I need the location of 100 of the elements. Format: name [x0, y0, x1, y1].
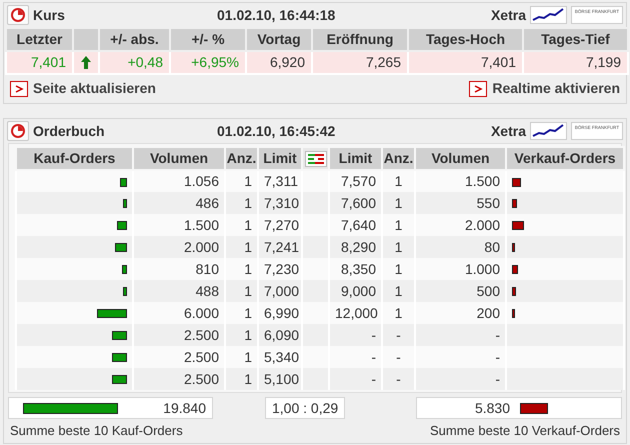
column-header: Limit [258, 147, 302, 170]
sell-limit: 12,000 [329, 302, 382, 324]
timestamp: 01.02.10, 16:45:42 [217, 122, 336, 140]
buy-volume: 1.500 [133, 214, 225, 236]
column-header: Tages-Tief [523, 28, 628, 51]
clock-icon [10, 123, 26, 139]
sell-limit: - [329, 346, 382, 368]
buy-limit: 7,000 [258, 280, 302, 302]
sell-limit: 7,570 [329, 170, 382, 192]
sell-limit: 8,350 [329, 258, 382, 280]
sell-limit: 8,290 [329, 236, 382, 258]
chart-logo-icon [530, 6, 567, 24]
buy-volume: 2.500 [133, 346, 225, 368]
column-header: +/- abs. [99, 28, 170, 51]
timestamp: 01.02.10, 16:44:18 [217, 6, 336, 24]
buy-volume: 2.000 [133, 236, 225, 258]
buy-limit: 6,990 [258, 302, 302, 324]
buy-volume: 810 [133, 258, 225, 280]
buy-limit: 7,230 [258, 258, 302, 280]
column-header: Kauf-Orders [16, 147, 133, 170]
panel-title: Orderbuch [33, 122, 106, 140]
sell-count: 1 [382, 170, 415, 192]
buy-limit: 7,270 [258, 214, 302, 236]
buy-count: 1 [225, 214, 258, 236]
buy-volume: 2.500 [133, 368, 225, 390]
sell-count: 1 [382, 214, 415, 236]
caption: Summe beste 10 Verkauf-Orders [430, 422, 620, 440]
quote-value: 7,199 [523, 51, 628, 74]
column-header: Eröffnung [312, 28, 408, 51]
column-header: Volumen [415, 147, 506, 170]
sell-volume: - [415, 324, 506, 346]
sell-limit: 7,600 [329, 192, 382, 214]
buy-total: 19.840 [163, 398, 206, 418]
chevron-icon [469, 80, 488, 96]
sell-total: 5.830 [474, 398, 510, 418]
buy-limit: 7,310 [258, 192, 302, 214]
sell-count: 1 [382, 258, 415, 280]
buy-count: 1 [225, 192, 258, 214]
buy-volume: 486 [133, 192, 225, 214]
quote-value: +6,95% [170, 51, 246, 74]
sell-count: 1 [382, 280, 415, 302]
sell-count: - [382, 368, 415, 390]
buy-limit: 5,100 [258, 368, 302, 390]
sell-count: 1 [382, 236, 415, 258]
panel-title: Kurs [33, 6, 66, 24]
sell-limit: 7,640 [329, 214, 382, 236]
link[interactable]: Seite aktualisieren [10, 78, 156, 99]
sell-count: 1 [382, 192, 415, 214]
quote-value: 7,401 [408, 51, 523, 74]
buy-count: 1 [225, 346, 258, 368]
sell-volume: 1.500 [415, 170, 506, 192]
link[interactable]: Realtime aktivieren [469, 78, 620, 99]
exchange-name: Xetra [490, 6, 526, 24]
buy-limit: 5,340 [258, 346, 302, 368]
clock-button[interactable] [7, 121, 29, 141]
sell-volume: - [415, 346, 506, 368]
sell-count: - [382, 346, 415, 368]
buy-count: 1 [225, 368, 258, 390]
buy-count: 1 [225, 280, 258, 302]
caption: Summe beste 10 Kauf-Orders [10, 422, 183, 440]
buy-count: 1 [225, 170, 258, 192]
column-header: Anz. [382, 147, 415, 170]
column-header: Vortag [246, 28, 312, 51]
sell-volume: 200 [415, 302, 506, 324]
sell-volume: 550 [415, 192, 506, 214]
clock-icon [10, 7, 26, 23]
quote-value: 6,920 [246, 51, 312, 74]
chevron-icon [10, 80, 28, 96]
buy-count: 1 [225, 236, 258, 258]
spread-icon [304, 150, 326, 166]
buy-volume: 2.500 [133, 324, 225, 346]
sell-volume: 80 [415, 236, 506, 258]
column-header: +/- % [170, 28, 246, 51]
column-header: Tages-Hoch [408, 28, 523, 51]
buy-count: 1 [225, 258, 258, 280]
buy-limit: 7,241 [258, 236, 302, 258]
buy-volume: 1.056 [133, 170, 225, 192]
exchange-name: Xetra [490, 122, 526, 140]
sell-count: - [382, 324, 415, 346]
buy-limit: 6,090 [258, 324, 302, 346]
quote-value: 7,401 [6, 51, 73, 74]
sell-count: 1 [382, 302, 415, 324]
sell-volume: 500 [415, 280, 506, 302]
buy-limit: 7,311 [258, 170, 302, 192]
column-header: Verkauf-Orders [506, 147, 624, 170]
clock-button[interactable] [7, 5, 29, 25]
quote-value: +0,48 [99, 51, 170, 74]
column-header: Letzter [6, 28, 73, 51]
sell-volume: - [415, 368, 506, 390]
quote-value: 7,265 [312, 51, 408, 74]
column-header: Anz. [225, 147, 258, 170]
buy-volume: 6.000 [133, 302, 225, 324]
chart-logo-icon [530, 122, 567, 140]
buy-count: 1 [225, 324, 258, 346]
buy-volume: 488 [133, 280, 225, 302]
column-header: Limit [329, 147, 382, 170]
sell-limit: - [329, 324, 382, 346]
sell-limit: 9,000 [329, 280, 382, 302]
buy-count: 1 [225, 302, 258, 324]
sell-volume: 1.000 [415, 258, 506, 280]
